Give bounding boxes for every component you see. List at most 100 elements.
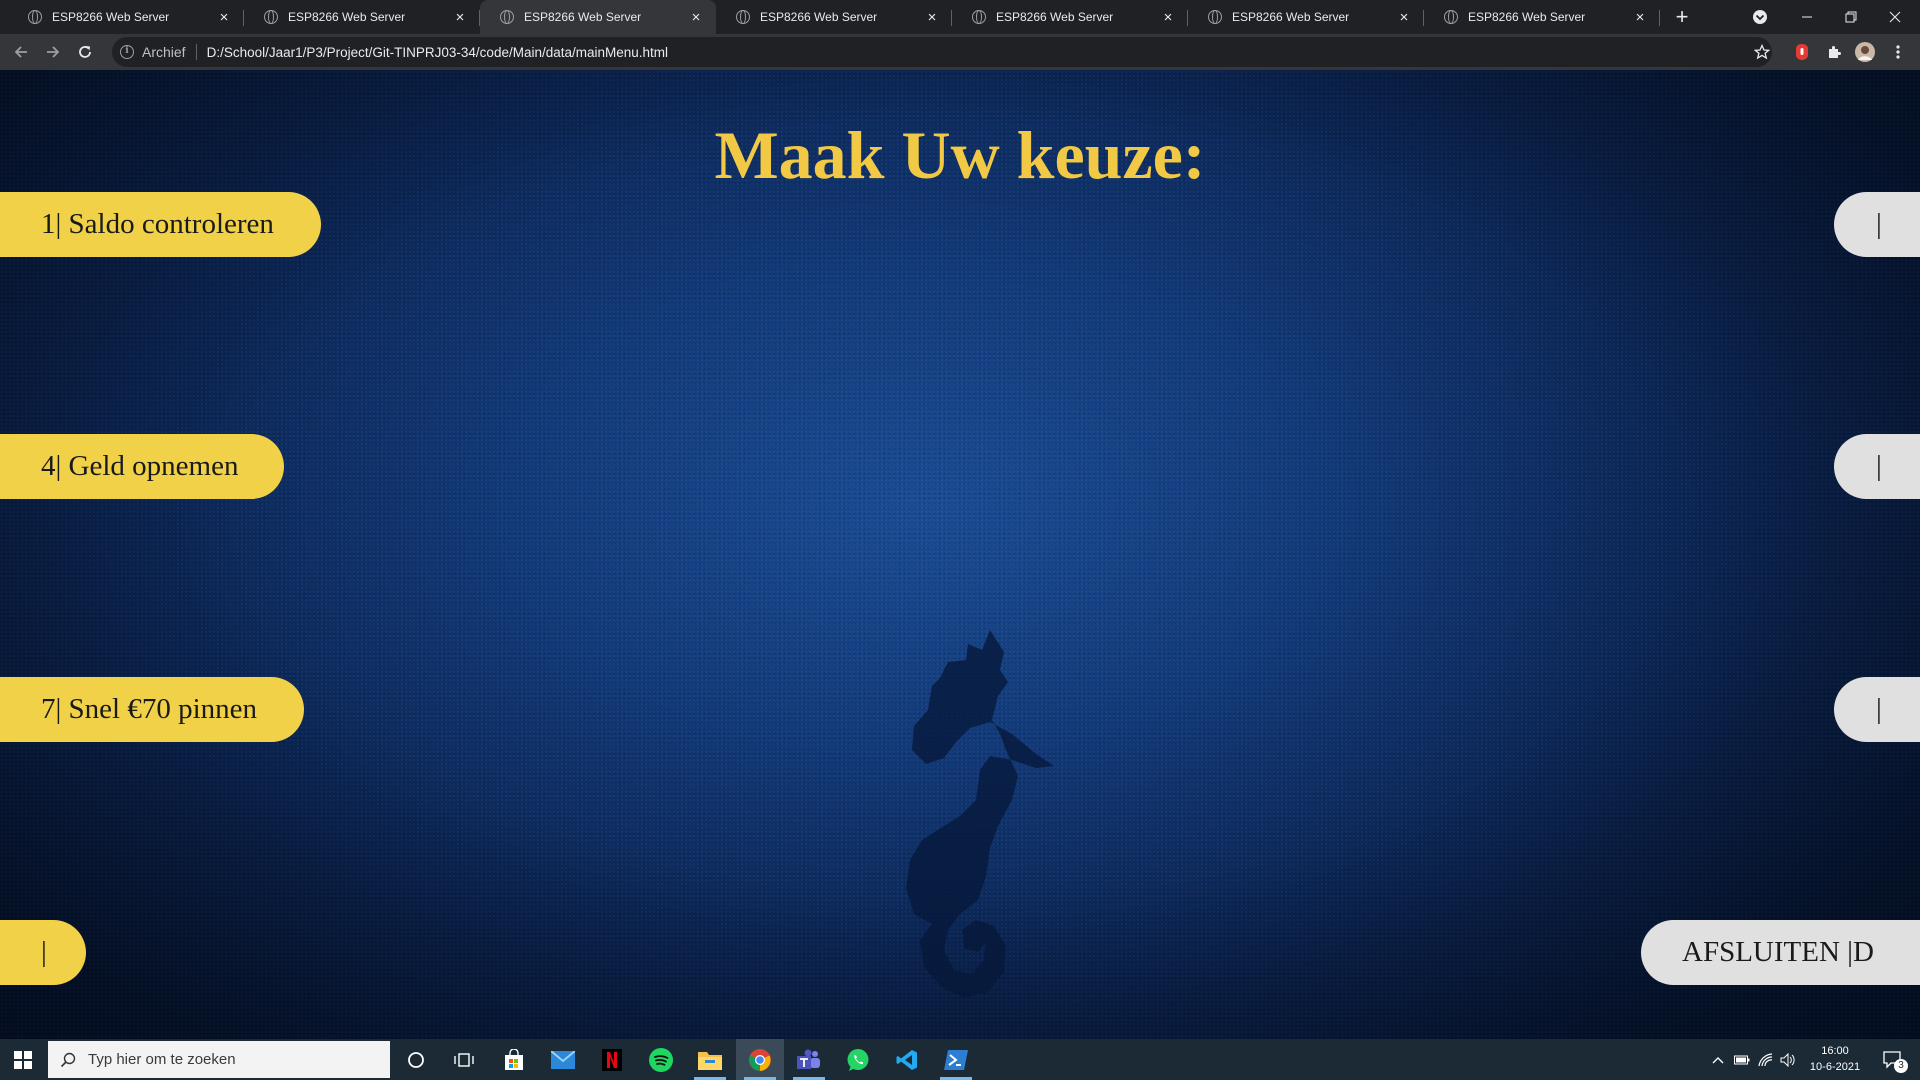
browser-tab-active[interactable]: ESP8266 Web Server × — [480, 0, 716, 34]
cortana-button[interactable] — [392, 1039, 440, 1080]
tab-title: ESP8266 Web Server — [288, 10, 406, 24]
web-page: Maak Uw keuze: 1| Saldo controleren 4| G… — [0, 70, 1920, 1039]
profile-button[interactable] — [1855, 42, 1875, 62]
clock-date: 10-6-2021 — [1809, 1061, 1861, 1073]
network-button[interactable] — [1754, 1039, 1778, 1080]
tab-close-button[interactable]: × — [1156, 9, 1180, 26]
spotify-app[interactable] — [637, 1039, 685, 1080]
task-view-button[interactable] — [440, 1039, 488, 1080]
new-tab-button[interactable]: + — [1668, 0, 1696, 34]
tab-title: ESP8266 Web Server — [52, 10, 170, 24]
address-divider — [195, 44, 197, 60]
globe-icon — [1208, 10, 1222, 24]
store-app[interactable] — [490, 1039, 538, 1080]
whatsapp-app[interactable] — [834, 1039, 882, 1080]
vscode-icon — [896, 1049, 917, 1070]
start-button[interactable] — [0, 1039, 46, 1080]
browser-toolbar: i Archief D:/School/Jaar1/P3/Project/Git… — [0, 34, 1920, 70]
menu-button-label: 4| Geld opnemen — [41, 450, 239, 482]
menu-button-label: | — [1876, 208, 1882, 240]
restore-icon — [1845, 11, 1857, 23]
menu-button-label: | — [1876, 450, 1882, 482]
avatar-icon — [1855, 42, 1875, 62]
tab-title: ESP8266 Web Server — [1468, 10, 1586, 24]
site-chip[interactable]: Archief — [142, 44, 186, 60]
mail-icon — [551, 1050, 575, 1069]
bookmark-star-button[interactable] — [1752, 42, 1772, 62]
vscode-app[interactable] — [883, 1039, 931, 1080]
tab-title: ESP8266 Web Server — [1232, 10, 1350, 24]
file-explorer-app[interactable] — [686, 1039, 734, 1080]
kebab-menu-icon — [1896, 45, 1900, 59]
menu-button-saldo-controleren[interactable]: 1| Saldo controleren — [0, 192, 321, 257]
powershell-app[interactable] — [932, 1039, 980, 1080]
menu-button-snel-pinnen[interactable]: 7| Snel €70 pinnen — [0, 677, 304, 742]
tab-close-button[interactable]: × — [448, 9, 472, 26]
menu-button-empty-left[interactable]: | — [0, 920, 86, 985]
taskbar-search-box[interactable]: Typ hier om te zoeken — [48, 1041, 390, 1078]
action-center-button[interactable]: 3 — [1874, 1039, 1914, 1080]
tab-strip: ESP8266 Web Server × ESP8266 Web Server … — [0, 0, 1920, 34]
chrome-icon — [749, 1048, 771, 1071]
globe-icon — [1444, 10, 1458, 24]
tab-title: ESP8266 Web Server — [524, 10, 642, 24]
tab-title: ESP8266 Web Server — [760, 10, 878, 24]
menu-button-empty-right-2[interactable]: | — [1834, 434, 1920, 499]
netflix-app[interactable] — [588, 1039, 636, 1080]
red-extension-icon — [1796, 44, 1808, 60]
address-bar[interactable]: i Archief D:/School/Jaar1/P3/Project/Git… — [112, 37, 1772, 67]
chevron-down-icon — [1753, 10, 1767, 24]
chevron-up-icon — [1712, 1056, 1724, 1063]
browser-menu-button[interactable] — [1888, 42, 1908, 62]
browser-tab[interactable]: ESP8266 Web Server × — [244, 0, 480, 34]
volume-button[interactable] — [1776, 1039, 1800, 1080]
task-view-icon — [454, 1052, 474, 1067]
menu-button-geld-opnemen[interactable]: 4| Geld opnemen — [0, 434, 284, 499]
tab-close-button[interactable]: × — [920, 9, 944, 26]
tab-close-button[interactable]: × — [1392, 9, 1416, 26]
menu-button-afsluiten[interactable]: AFSLUITEN |D — [1641, 920, 1920, 985]
mail-app[interactable] — [539, 1039, 587, 1080]
browser-tab[interactable]: ESP8266 Web Server × — [1424, 0, 1660, 34]
reload-button[interactable] — [72, 39, 98, 65]
clock-time: 16:00 — [1821, 1045, 1849, 1057]
search-placeholder: Typ hier om te zoeken — [88, 1051, 236, 1068]
extensions-menu-button[interactable] — [1824, 42, 1844, 62]
url-text[interactable]: D:/School/Jaar1/P3/Project/Git-TINPRJ03-… — [207, 45, 668, 60]
tab-close-button[interactable]: × — [1628, 9, 1652, 26]
whatsapp-icon — [847, 1048, 869, 1071]
menu-button-empty-right-1[interactable]: | — [1834, 192, 1920, 257]
windows-logo-icon — [14, 1050, 32, 1069]
tab-close-button[interactable]: × — [212, 9, 236, 26]
battery-button[interactable] — [1730, 1039, 1754, 1080]
forward-button[interactable] — [40, 39, 66, 65]
menu-button-empty-right-3[interactable]: | — [1834, 677, 1920, 742]
show-hidden-icons-button[interactable] — [1706, 1039, 1730, 1080]
extension-button[interactable] — [1792, 42, 1812, 62]
arrow-right-icon — [47, 46, 60, 58]
browser-tab[interactable]: ESP8266 Web Server × — [8, 0, 244, 34]
battery-icon — [1734, 1055, 1750, 1064]
close-window-button[interactable] — [1880, 0, 1910, 34]
back-button[interactable] — [8, 39, 34, 65]
wifi-icon — [1758, 1052, 1773, 1066]
netflix-icon — [602, 1048, 622, 1071]
globe-icon — [972, 10, 986, 24]
minimize-button[interactable] — [1792, 0, 1822, 34]
browser-tab[interactable]: ESP8266 Web Server × — [1188, 0, 1424, 34]
teams-app[interactable] — [785, 1039, 833, 1080]
close-icon — [1889, 11, 1901, 23]
puzzle-icon — [1829, 46, 1841, 58]
browser-tab[interactable]: ESP8266 Web Server × — [716, 0, 952, 34]
restore-button[interactable] — [1836, 0, 1866, 34]
minimize-icon — [1802, 16, 1812, 18]
globe-icon — [736, 10, 750, 24]
tab-close-button[interactable]: × — [684, 9, 708, 26]
browser-tab[interactable]: ESP8266 Web Server × — [952, 0, 1188, 34]
tab-title: ESP8266 Web Server — [996, 10, 1114, 24]
chrome-app[interactable] — [736, 1039, 784, 1080]
globe-icon — [28, 10, 42, 24]
tab-search-button[interactable] — [1748, 0, 1772, 34]
clock[interactable]: 16:00 10-6-2021 — [1798, 1043, 1872, 1075]
info-icon[interactable]: i — [120, 45, 134, 59]
